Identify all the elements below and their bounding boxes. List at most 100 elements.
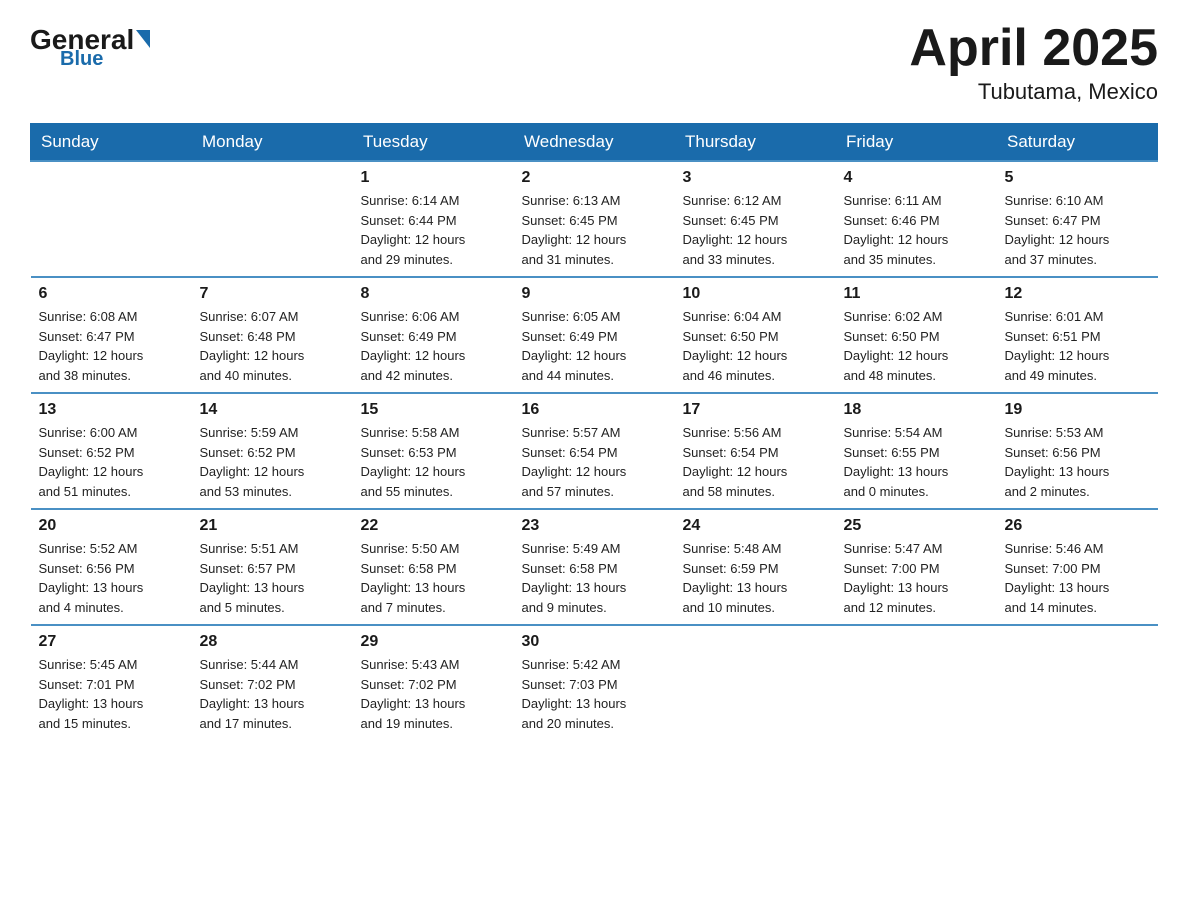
day-number: 11 [844, 285, 989, 303]
day-number: 5 [1005, 169, 1150, 187]
calendar-week-row: 6 Sunrise: 6:08 AMSunset: 6:47 PMDaylight… [31, 277, 1158, 393]
day-info: Sunrise: 5:59 AMSunset: 6:52 PMDaylight:… [200, 423, 345, 501]
day-info: Sunrise: 5:47 AMSunset: 7:00 PMDaylight:… [844, 539, 989, 617]
day-number: 18 [844, 401, 989, 419]
table-row: 12 Sunrise: 6:01 AMSunset: 6:51 PMDayligh… [997, 277, 1158, 393]
day-info: Sunrise: 6:07 AMSunset: 6:48 PMDaylight:… [200, 307, 345, 385]
table-row: 23 Sunrise: 5:49 AMSunset: 6:58 PMDayligh… [514, 509, 675, 625]
table-row [675, 625, 836, 740]
day-number: 17 [683, 401, 828, 419]
day-info: Sunrise: 5:46 AMSunset: 7:00 PMDaylight:… [1005, 539, 1150, 617]
logo: General Blue [30, 20, 150, 71]
day-number: 12 [1005, 285, 1150, 303]
day-number: 23 [522, 517, 667, 535]
col-thursday: Thursday [675, 124, 836, 162]
table-row: 2 Sunrise: 6:13 AMSunset: 6:45 PMDaylight… [514, 161, 675, 277]
table-row: 22 Sunrise: 5:50 AMSunset: 6:58 PMDayligh… [353, 509, 514, 625]
table-row: 7 Sunrise: 6:07 AMSunset: 6:48 PMDaylight… [192, 277, 353, 393]
table-row: 1 Sunrise: 6:14 AMSunset: 6:44 PMDaylight… [353, 161, 514, 277]
table-row: 14 Sunrise: 5:59 AMSunset: 6:52 PMDayligh… [192, 393, 353, 509]
table-row: 8 Sunrise: 6:06 AMSunset: 6:49 PMDaylight… [353, 277, 514, 393]
day-info: Sunrise: 5:49 AMSunset: 6:58 PMDaylight:… [522, 539, 667, 617]
day-number: 7 [200, 285, 345, 303]
day-number: 14 [200, 401, 345, 419]
col-saturday: Saturday [997, 124, 1158, 162]
day-number: 25 [844, 517, 989, 535]
day-info: Sunrise: 6:06 AMSunset: 6:49 PMDaylight:… [361, 307, 506, 385]
day-info: Sunrise: 5:50 AMSunset: 6:58 PMDaylight:… [361, 539, 506, 617]
day-number: 2 [522, 169, 667, 187]
day-info: Sunrise: 5:54 AMSunset: 6:55 PMDaylight:… [844, 423, 989, 501]
day-number: 1 [361, 169, 506, 187]
day-info: Sunrise: 5:43 AMSunset: 7:02 PMDaylight:… [361, 655, 506, 733]
table-row: 19 Sunrise: 5:53 AMSunset: 6:56 PMDayligh… [997, 393, 1158, 509]
day-info: Sunrise: 5:48 AMSunset: 6:59 PMDaylight:… [683, 539, 828, 617]
day-info: Sunrise: 5:56 AMSunset: 6:54 PMDaylight:… [683, 423, 828, 501]
day-info: Sunrise: 6:05 AMSunset: 6:49 PMDaylight:… [522, 307, 667, 385]
day-info: Sunrise: 6:13 AMSunset: 6:45 PMDaylight:… [522, 191, 667, 269]
day-number: 24 [683, 517, 828, 535]
table-row: 9 Sunrise: 6:05 AMSunset: 6:49 PMDaylight… [514, 277, 675, 393]
table-row: 27 Sunrise: 5:45 AMSunset: 7:01 PMDayligh… [31, 625, 192, 740]
day-number: 9 [522, 285, 667, 303]
day-number: 29 [361, 633, 506, 651]
table-row: 26 Sunrise: 5:46 AMSunset: 7:00 PMDayligh… [997, 509, 1158, 625]
calendar-header-row: Sunday Monday Tuesday Wednesday Thursday… [31, 124, 1158, 162]
day-number: 30 [522, 633, 667, 651]
day-info: Sunrise: 6:01 AMSunset: 6:51 PMDaylight:… [1005, 307, 1150, 385]
day-number: 15 [361, 401, 506, 419]
table-row: 11 Sunrise: 6:02 AMSunset: 6:50 PMDayligh… [836, 277, 997, 393]
logo-triangle-icon [136, 30, 150, 48]
day-number: 6 [39, 285, 184, 303]
day-info: Sunrise: 6:10 AMSunset: 6:47 PMDaylight:… [1005, 191, 1150, 269]
month-year-title: April 2025 [909, 20, 1158, 77]
day-number: 26 [1005, 517, 1150, 535]
day-number: 3 [683, 169, 828, 187]
table-row: 4 Sunrise: 6:11 AMSunset: 6:46 PMDaylight… [836, 161, 997, 277]
table-row [31, 161, 192, 277]
col-wednesday: Wednesday [514, 124, 675, 162]
day-info: Sunrise: 5:53 AMSunset: 6:56 PMDaylight:… [1005, 423, 1150, 501]
day-number: 19 [1005, 401, 1150, 419]
table-row: 13 Sunrise: 6:00 AMSunset: 6:52 PMDayligh… [31, 393, 192, 509]
table-row: 6 Sunrise: 6:08 AMSunset: 6:47 PMDaylight… [31, 277, 192, 393]
day-info: Sunrise: 6:11 AMSunset: 6:46 PMDaylight:… [844, 191, 989, 269]
calendar-table: Sunday Monday Tuesday Wednesday Thursday… [30, 123, 1158, 740]
day-info: Sunrise: 6:04 AMSunset: 6:50 PMDaylight:… [683, 307, 828, 385]
day-info: Sunrise: 5:57 AMSunset: 6:54 PMDaylight:… [522, 423, 667, 501]
day-info: Sunrise: 6:14 AMSunset: 6:44 PMDaylight:… [361, 191, 506, 269]
day-info: Sunrise: 5:45 AMSunset: 7:01 PMDaylight:… [39, 655, 184, 733]
location-subtitle: Tubutama, Mexico [909, 79, 1158, 105]
day-number: 22 [361, 517, 506, 535]
title-block: April 2025 Tubutama, Mexico [909, 20, 1158, 105]
table-row [836, 625, 997, 740]
table-row: 5 Sunrise: 6:10 AMSunset: 6:47 PMDaylight… [997, 161, 1158, 277]
day-number: 21 [200, 517, 345, 535]
day-number: 10 [683, 285, 828, 303]
col-friday: Friday [836, 124, 997, 162]
day-number: 28 [200, 633, 345, 651]
table-row: 21 Sunrise: 5:51 AMSunset: 6:57 PMDayligh… [192, 509, 353, 625]
day-number: 4 [844, 169, 989, 187]
day-info: Sunrise: 6:02 AMSunset: 6:50 PMDaylight:… [844, 307, 989, 385]
day-info: Sunrise: 5:51 AMSunset: 6:57 PMDaylight:… [200, 539, 345, 617]
day-info: Sunrise: 6:08 AMSunset: 6:47 PMDaylight:… [39, 307, 184, 385]
day-number: 8 [361, 285, 506, 303]
table-row: 30 Sunrise: 5:42 AMSunset: 7:03 PMDayligh… [514, 625, 675, 740]
table-row: 15Sunrise: 5:58 AMSunset: 6:53 PMDayligh… [353, 393, 514, 509]
calendar-week-row: 1 Sunrise: 6:14 AMSunset: 6:44 PMDaylight… [31, 161, 1158, 277]
logo-blue-text: Blue [60, 48, 103, 71]
table-row: 18 Sunrise: 5:54 AMSunset: 6:55 PMDayligh… [836, 393, 997, 509]
col-sunday: Sunday [31, 124, 192, 162]
day-number: 13 [39, 401, 184, 419]
day-info: Sunrise: 6:00 AMSunset: 6:52 PMDaylight:… [39, 423, 184, 501]
col-monday: Monday [192, 124, 353, 162]
day-number: 27 [39, 633, 184, 651]
table-row: 28Sunrise: 5:44 AMSunset: 7:02 PMDayligh… [192, 625, 353, 740]
calendar-week-row: 27 Sunrise: 5:45 AMSunset: 7:01 PMDayligh… [31, 625, 1158, 740]
day-number: 20 [39, 517, 184, 535]
col-tuesday: Tuesday [353, 124, 514, 162]
calendar-week-row: 13 Sunrise: 6:00 AMSunset: 6:52 PMDayligh… [31, 393, 1158, 509]
day-info: Sunrise: 5:42 AMSunset: 7:03 PMDaylight:… [522, 655, 667, 733]
day-number: 16 [522, 401, 667, 419]
